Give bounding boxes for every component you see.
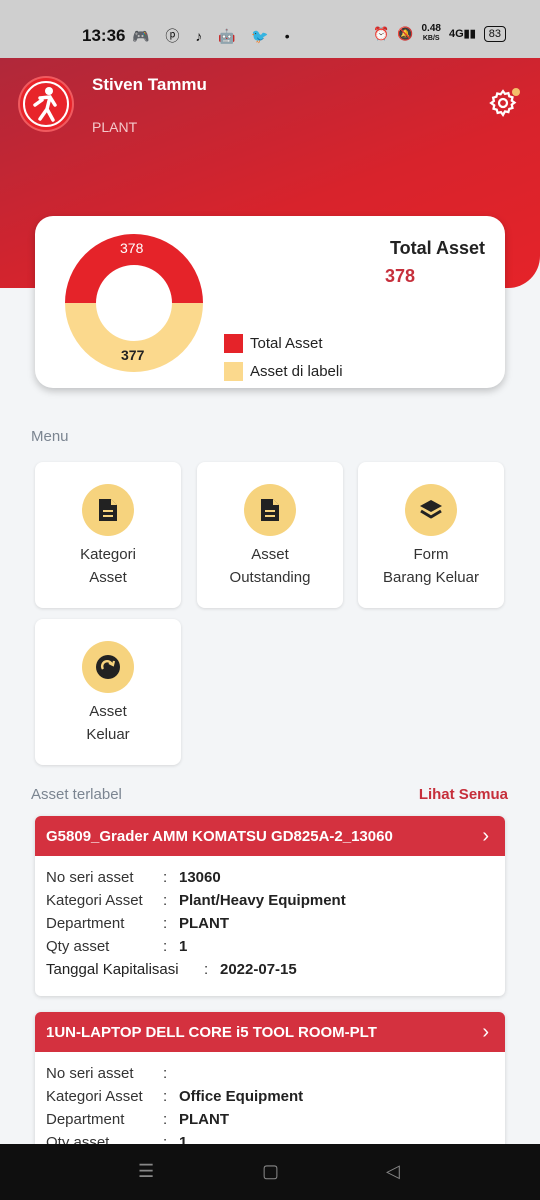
status-right: ⏰ 🔕 0.48 KB/S 4G▮▮ 83 [373,24,506,43]
asset-qty: 1 [179,938,188,955]
see-all-link[interactable]: Lihat Semua [419,786,508,803]
system-nav-bar: ☰ ▢ ◁ [0,1144,540,1200]
legend-label: Total Asset [250,334,323,352]
donut-label-labeled: 377 [121,347,145,363]
signal-icon: 4G▮▮ [448,28,476,40]
asset-details: No seri asset:13060 Kategori Asset: Plant… [35,856,505,981]
asset-row: Qty asset:1 [46,938,188,955]
asset-row: Department: PLANT [46,1111,229,1128]
menu-label: Asset Keluar [86,703,130,743]
asset-summary-card: 378 377 Total Asset 378 Total Asset Asse… [35,216,505,388]
user-name: Stiven Tammu [92,75,207,94]
menu-section-title: Menu [31,428,69,445]
battery-icon: 83 [483,25,506,42]
notification-icons: 🎮 ⓟ ♪ 🤖 🐦 • [132,28,296,44]
asset-row: Kategori Asset: Plant/Heavy Equipment [46,892,346,909]
mute-icon: 🔕 [397,25,414,41]
menu-asset-outstanding[interactable]: Asset Outstanding [197,462,343,608]
menu-form-barang-keluar[interactable]: Form Barang Keluar [358,462,504,608]
menu-asset-keluar[interactable]: Asset Keluar [35,619,181,765]
asset-department: PLANT [179,915,229,932]
asset-card-header[interactable]: 1UN-LAPTOP DELL CORE i5 TOOL ROOM-PLT › [35,1012,505,1052]
layers-icon [405,484,457,536]
asset-name: 1UN-LAPTOP DELL CORE i5 TOOL ROOM-PLT [46,1023,377,1041]
asset-category: Office Equipment [179,1088,304,1105]
labeled-assets-title: Asset terlabel [31,786,122,803]
network-speed: 0.48 KB/S [421,23,441,43]
asset-card-header[interactable]: G5809_Grader AMM KOMATSU GD825A-2_13060 … [35,816,505,856]
recent-apps-button[interactable]: ☰ [138,1161,154,1182]
asset-card[interactable]: 1UN-LAPTOP DELL CORE i5 TOOL ROOM-PLT › … [35,1012,505,1152]
avatar[interactable] [20,78,72,130]
total-asset-value: 378 [385,266,416,286]
chevron-right-icon[interactable]: › [482,1021,489,1044]
asset-row: No seri asset:13060 [46,869,221,886]
legend-label: Asset di labeli [250,362,343,380]
legend-item: Asset di labeli [224,357,343,385]
alarm-icon: ⏰ [373,25,390,41]
back-button[interactable]: ◁ [386,1161,400,1182]
asset-row: Kategori Asset: Office Equipment [46,1088,304,1105]
asset-serial: 13060 [179,869,221,886]
menu-kategori-asset[interactable]: Kategori Asset [35,462,181,608]
notification-dot [512,88,520,96]
menu-label: Form Barang Keluar [383,546,479,586]
asset-name: G5809_Grader AMM KOMATSU GD825A-2_13060 [46,827,393,845]
asset-row: Department: PLANT [46,915,229,932]
chevron-right-icon[interactable]: › [482,825,489,848]
asset-department: PLANT [179,1111,229,1128]
legend-swatch [224,333,243,353]
document-icon [82,484,134,536]
total-asset-title: Total Asset [389,238,485,258]
redo-icon [82,641,134,693]
asset-category: Plant/Heavy Equipment [179,892,346,909]
asset-row: No seri asset: [46,1065,168,1082]
asset-details: No seri asset: Kategori Asset: Office Equ… [35,1052,505,1152]
menu-label: Kategori Asset [80,546,136,586]
asset-date: 2022-07-15 [220,961,297,978]
home-button[interactable]: ▢ [262,1161,279,1182]
asset-card[interactable]: G5809_Grader AMM KOMATSU GD825A-2_13060 … [35,816,505,996]
asset-row: Tanggal Kapitalisasi:2022-07-15 [46,961,297,978]
status-bar: 13:36 🎮 ⓟ ♪ 🤖 🐦 • ⏰ 🔕 0.48 KB/S 4G▮▮ 83 [0,0,540,58]
chart-legend: Total Asset Asset di labeli [224,329,343,385]
legend-item: Total Asset [224,329,343,357]
donut-label-total: 378 [120,240,144,256]
menu-label: Asset Outstanding [229,546,311,586]
gear-icon[interactable] [488,88,520,118]
document-icon [244,484,296,536]
user-department: PLANT [92,119,138,135]
status-time: 13:36 [82,26,126,45]
legend-swatch [224,361,243,381]
